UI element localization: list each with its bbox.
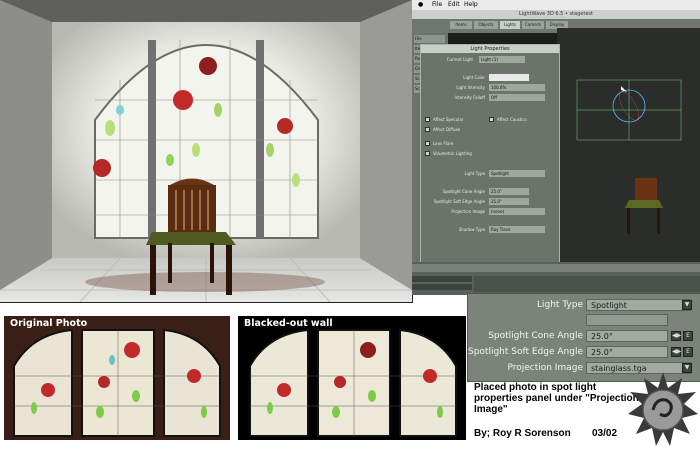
projection-image-row: Projection Image (none) xyxy=(423,207,557,216)
lightwave-logo-icon xyxy=(626,370,700,450)
shadow-type-select[interactable]: Ray Trace xyxy=(489,226,545,233)
zoom-cone-field[interactable]: 25.0° xyxy=(586,330,668,342)
volumetric-lighting-checkbox[interactable] xyxy=(425,151,430,156)
tab-lights[interactable]: Lights xyxy=(500,21,520,29)
original-photo-label: Original Photo xyxy=(10,318,88,329)
volumetric-row: Volumetric Lighting xyxy=(423,149,557,158)
apple-icon[interactable]: ● xyxy=(418,1,423,8)
light-properties-panel: Light Properties Current Light Light (1)… xyxy=(420,44,560,275)
original-window-illustration xyxy=(4,316,230,440)
light-type-row: Light Type Spotlight xyxy=(423,169,557,178)
tab-items[interactable]: Items xyxy=(450,21,472,29)
intensity-falloff-select[interactable]: Off xyxy=(489,94,545,101)
zoom-cone-row: Spotlight Cone Angle 25.0° ◀▶ E xyxy=(468,329,700,343)
spotlight-cone-field[interactable]: 25.0° xyxy=(489,188,529,195)
menu-file[interactable]: File xyxy=(432,1,442,8)
room-render-illustration xyxy=(0,0,412,302)
affect-row-2: Affect Diffuse xyxy=(423,125,557,134)
zoom-light-type-row: Light Type Spotlight ▼ xyxy=(468,298,700,312)
menu-help[interactable]: Help xyxy=(464,1,478,8)
current-light-select[interactable]: Light (1) xyxy=(479,56,525,63)
light-intensity-field[interactable]: 100.0% xyxy=(489,84,545,91)
lens-flare-row: Lens Flare xyxy=(423,139,557,148)
zoomed-properties-panel: Light Type Spotlight ▼ Spotlight Cone An… xyxy=(467,293,700,382)
current-light-row: Current Light Light (1) xyxy=(423,55,557,64)
caption-text: Placed photo in spot light properties pa… xyxy=(474,382,639,415)
light-type-select[interactable]: Spotlight xyxy=(489,170,545,177)
lightwave-screenshot: ● File Edit Help LightWave 3D 6.5 • stag… xyxy=(412,0,700,295)
intensity-falloff-row: Intensity Falloff Off xyxy=(423,93,557,102)
menu-bar: ● File Edit Help xyxy=(412,0,700,10)
tab-camera[interactable]: Camera xyxy=(522,21,544,29)
spotlight-cone-row: Spotlight Cone Angle 25.0° xyxy=(423,187,557,196)
affect-row-1: Affect Specular Affect Caustics xyxy=(423,115,557,124)
shadow-type-row: Shadow Type Ray Trace xyxy=(423,225,557,234)
side-button-file[interactable]: File xyxy=(414,35,445,43)
tab-objects[interactable]: Objects xyxy=(474,21,498,29)
blacked-window-illustration xyxy=(238,316,466,440)
envelope-icon[interactable]: E xyxy=(683,347,693,357)
date-text: 03/02 xyxy=(592,428,618,439)
affect-specular-checkbox[interactable] xyxy=(425,117,430,122)
light-color-row: Light Color xyxy=(423,73,557,82)
blacked-out-photo: Blacked-out wall xyxy=(238,316,466,440)
viewport-scene xyxy=(576,79,682,234)
soft-edge-row: Spotlight Soft Edge Angle 25.0° xyxy=(423,197,557,206)
lens-flare-checkbox[interactable] xyxy=(425,141,430,146)
soft-edge-field[interactable]: 25.0° xyxy=(489,198,529,205)
render-image xyxy=(0,0,413,303)
viewport-chair xyxy=(625,178,663,234)
light-intensity-row: Light Intensity 100.0% xyxy=(423,83,557,92)
stepper-arrows-icon[interactable]: ◀▶ xyxy=(671,331,681,341)
menu-edit[interactable]: Edit xyxy=(448,1,460,8)
credit-text: By; Roy R Sorenson xyxy=(474,428,571,439)
timeline-controls xyxy=(412,264,700,292)
light-color-swatch[interactable] xyxy=(489,74,529,81)
stepper-arrows-icon[interactable]: ◀▶ xyxy=(671,347,681,357)
chevron-down-icon[interactable]: ▼ xyxy=(682,300,692,310)
projection-image-select[interactable]: (none) xyxy=(489,208,545,215)
affect-caustics-checkbox[interactable] xyxy=(489,117,494,122)
panel-title: Light Properties xyxy=(421,45,559,53)
original-photo: Original Photo xyxy=(4,316,230,440)
zoom-soft-edge-row: Spotlight Soft Edge Angle 25.0° ◀▶ E xyxy=(468,345,700,359)
affect-diffuse-checkbox[interactable] xyxy=(425,127,430,132)
envelope-icon[interactable]: E xyxy=(683,331,693,341)
viewport[interactable] xyxy=(557,28,700,262)
zoom-soft-edge-field[interactable]: 25.0° xyxy=(586,346,668,358)
zoom-empty-row xyxy=(468,313,700,327)
timeline-area xyxy=(412,262,700,295)
blacked-out-label: Blacked-out wall xyxy=(244,318,333,329)
window-title: LightWave 3D 6.5 • stagetest xyxy=(412,10,700,19)
zoom-light-type-select[interactable]: Spotlight xyxy=(586,299,691,311)
